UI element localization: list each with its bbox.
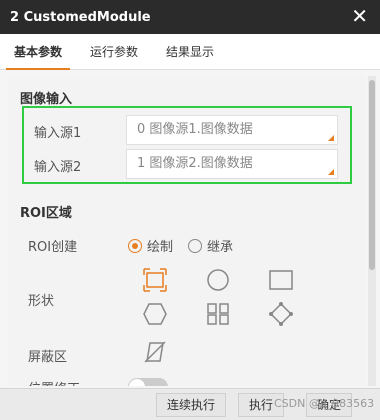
polygon-icon[interactable] — [267, 300, 295, 328]
hexagon-icon[interactable] — [141, 300, 169, 328]
shape-label: 形状 — [28, 294, 55, 309]
circle-icon[interactable] — [204, 266, 232, 294]
radio-inherit-label: 继承 — [207, 240, 234, 255]
window-title: 2 CustomedModule — [10, 9, 151, 25]
tab-bar: 基本参数 运行参数 结果显示 — [0, 34, 380, 70]
radio-draw[interactable]: 绘制 — [128, 236, 173, 255]
input-source-1-row: 输入源1 0 图像源1.图像数据 — [34, 115, 338, 145]
watermark-text: CSDN @a_983563 — [274, 397, 375, 410]
radio-inherit[interactable]: 继承 — [188, 236, 233, 255]
radio-inherit-indicator — [188, 238, 202, 253]
input-source-2-field[interactable]: 1 图像源2.图像数据 — [126, 149, 338, 179]
position-correction-toggle[interactable] — [128, 378, 168, 386]
rect-select-icon[interactable] — [141, 266, 169, 294]
dropdown-corner-icon — [328, 135, 334, 141]
tab-basic-params[interactable]: 基本参数 — [0, 34, 76, 70]
radio-draw-indicator — [128, 238, 142, 253]
roi-create-label: ROI创建 — [28, 240, 78, 255]
dropdown-corner-icon — [328, 169, 334, 175]
radio-draw-label: 绘制 — [147, 240, 174, 255]
mask-label: 屏蔽区 — [28, 350, 68, 365]
tab-run-params[interactable]: 运行参数 — [76, 34, 152, 70]
tab-result-display[interactable]: 结果显示 — [152, 34, 228, 70]
rectangle-icon[interactable] — [267, 266, 295, 294]
input-source-2-value: 1 图像源2.图像数据 — [137, 156, 253, 171]
close-icon[interactable]: ✕ — [351, 6, 368, 26]
position-correction-label: 位置修正 — [28, 378, 80, 386]
input-source-1-label: 输入源1 — [34, 126, 82, 141]
content-panel: 图像输入 输入源1 0 图像源1.图像数据 输入源2 1 图像源2.图像数据 R… — [8, 76, 366, 386]
section-title-image-input: 图像输入 — [20, 92, 73, 107]
section-title-roi: ROI区域 — [20, 206, 72, 221]
title-bar: 2 CustomedModule ✕ — [0, 0, 380, 34]
input-source-1-value: 0 图像源1.图像数据 — [137, 122, 253, 137]
footer-bar: 连续执行 执行 确定 CSDN @a_983563 — [0, 388, 380, 420]
input-source-2-label: 输入源2 — [34, 160, 82, 175]
continuous-execute-button[interactable]: 连续执行 — [156, 393, 227, 417]
scrollbar-thumb[interactable] — [369, 80, 375, 270]
toggle-knob — [129, 379, 145, 386]
mask-polygon-icon[interactable] — [141, 338, 169, 366]
input-source-2-row: 输入源2 1 图像源2.图像数据 — [34, 149, 338, 179]
image-input-group: 输入源1 0 图像源1.图像数据 输入源2 1 图像源2.图像数据 — [22, 106, 352, 184]
vertical-scrollbar[interactable] — [368, 76, 376, 386]
input-source-1-field[interactable]: 0 图像源1.图像数据 — [126, 115, 338, 145]
grid-icon[interactable] — [204, 300, 232, 328]
